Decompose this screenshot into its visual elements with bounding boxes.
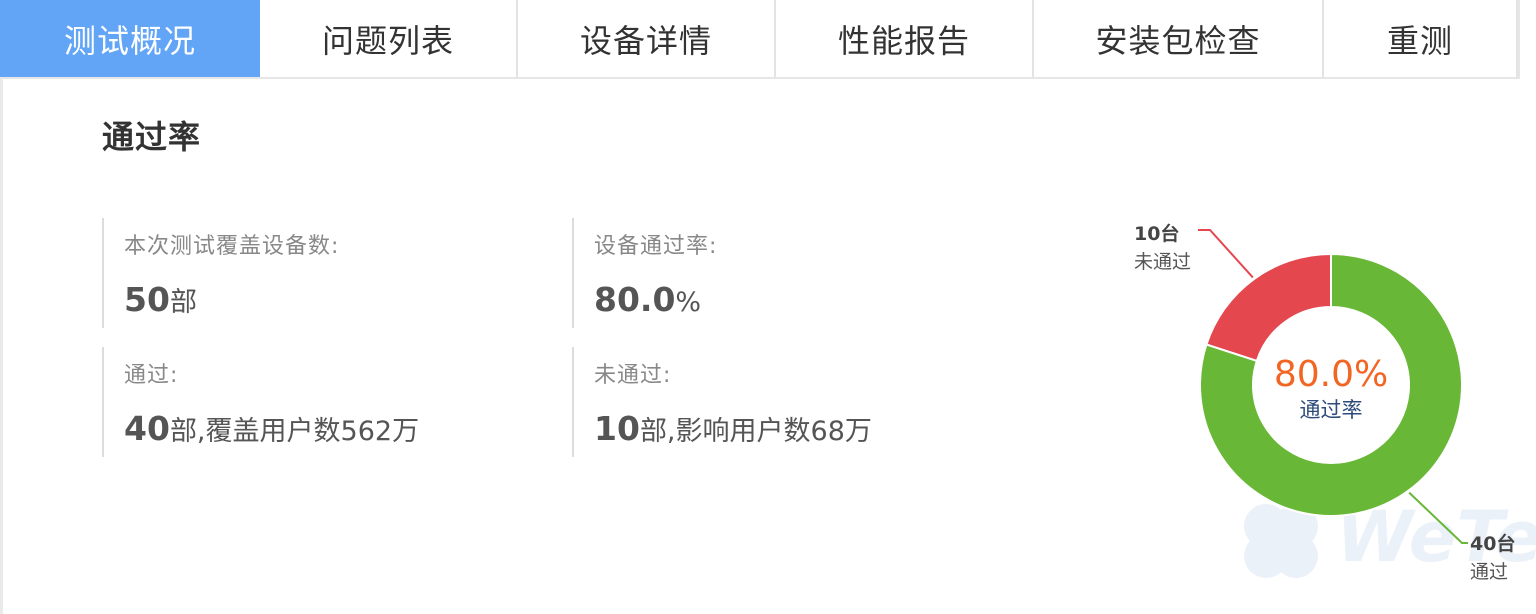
- leader-line-fail: [1198, 229, 1254, 279]
- donut-center-value: 80.0%: [1274, 354, 1388, 395]
- stat-device-pass-rate: 设备通过率: 80.0%: [572, 218, 1012, 328]
- panel-left-border: [0, 79, 3, 614]
- tab-performance-report[interactable]: 性能报告: [776, 0, 1034, 77]
- stat-failed-users: 影响用户数68万: [675, 416, 872, 447]
- pass-rate-donut-chart: 80.0% 通过率 10台 未通过 40台 通过: [1134, 222, 1515, 583]
- stat-passed-number: 40: [124, 409, 170, 448]
- stat-failed: 未通过: 10部,影响用户数68万: [572, 347, 1012, 457]
- leader-line-pass: [1408, 491, 1468, 544]
- stat-failed-unit: 部,: [639, 416, 676, 447]
- section-title: 通过率: [102, 118, 202, 156]
- slice-label-fail-name: 未通过: [1134, 251, 1191, 273]
- tab-bar: 测试概况 问题列表 设备详情 性能报告 安装包检查 重测: [0, 0, 1518, 79]
- donut-center-label: 通过率: [1300, 398, 1363, 422]
- stat-device-pass-rate-number: 80.0: [594, 280, 676, 319]
- stat-passed: 通过: 40部,覆盖用户数562万: [102, 347, 542, 457]
- stat-passed-label: 通过:: [124, 363, 179, 388]
- stat-device-pass-rate-value: 80.0%: [594, 280, 1012, 319]
- stat-covered-devices-value: 50部: [124, 280, 542, 319]
- stat-passed-unit: 部,: [169, 416, 206, 447]
- tab-issue-list[interactable]: 问题列表: [260, 0, 518, 77]
- slice-label-pass-name: 通过: [1470, 561, 1508, 583]
- stat-passed-value: 40部,覆盖用户数562万: [124, 409, 542, 448]
- stat-device-pass-rate-label: 设备通过率:: [594, 234, 718, 259]
- stat-covered-devices: 本次测试覆盖设备数: 50部: [102, 218, 542, 328]
- tab-bar-right-divider: [1518, 0, 1520, 79]
- stat-passed-users: 覆盖用户数562万: [205, 416, 420, 447]
- slice-label-pass-count: 40台: [1470, 532, 1515, 555]
- stat-failed-value: 10部,影响用户数68万: [594, 409, 1012, 448]
- donut-slice-fail[interactable]: [1205, 252, 1332, 363]
- stat-failed-label: 未通过:: [594, 363, 672, 388]
- tab-test-overview[interactable]: 测试概况: [0, 0, 260, 77]
- slice-label-fail-count: 10台: [1134, 222, 1179, 245]
- stat-covered-devices-label: 本次测试覆盖设备数:: [124, 234, 340, 259]
- tab-retest[interactable]: 重测: [1324, 0, 1518, 77]
- stat-covered-devices-unit: 部: [169, 287, 197, 318]
- stat-covered-devices-number: 50: [124, 280, 170, 319]
- stat-device-pass-rate-unit: %: [675, 287, 702, 318]
- stat-failed-number: 10: [594, 409, 640, 448]
- tab-device-details[interactable]: 设备详情: [518, 0, 776, 77]
- tab-package-check[interactable]: 安装包检查: [1034, 0, 1324, 77]
